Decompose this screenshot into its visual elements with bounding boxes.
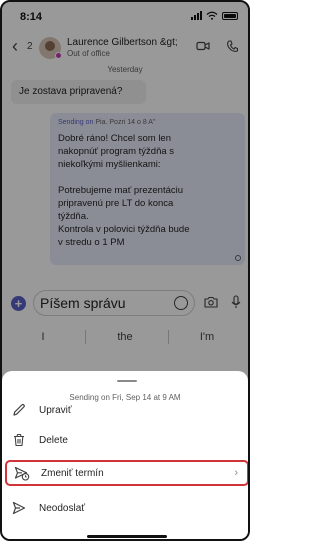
sheet-grabber[interactable]	[117, 380, 137, 382]
send-icon	[12, 501, 26, 515]
menu-item-unsend[interactable]: Neodoslať	[2, 497, 248, 521]
chevron-right-icon: ›	[234, 467, 238, 479]
menu-item-label: Upraviť	[39, 405, 72, 416]
reschedule-send-icon	[14, 466, 30, 481]
home-indicator	[87, 535, 167, 538]
menu-item-delete[interactable]: Delete	[2, 429, 248, 453]
menu-item-edit[interactable]: Upraviť	[2, 399, 248, 423]
trash-icon	[14, 433, 24, 447]
menu-item-reschedule[interactable]: Zmeniť termín ›	[5, 460, 248, 486]
pencil-icon	[13, 403, 25, 416]
phone-screen: 8:14 ‹ 2 Laurence Gilbertson &gt; Out of…	[0, 0, 250, 541]
menu-item-label: Zmeniť termín	[41, 468, 104, 479]
action-sheet: Sending on Fri, Sep 14 at 9 AM Upraviť D…	[2, 371, 248, 539]
menu-item-label: Delete	[39, 435, 68, 446]
menu-item-label: Neodoslať	[39, 503, 86, 514]
